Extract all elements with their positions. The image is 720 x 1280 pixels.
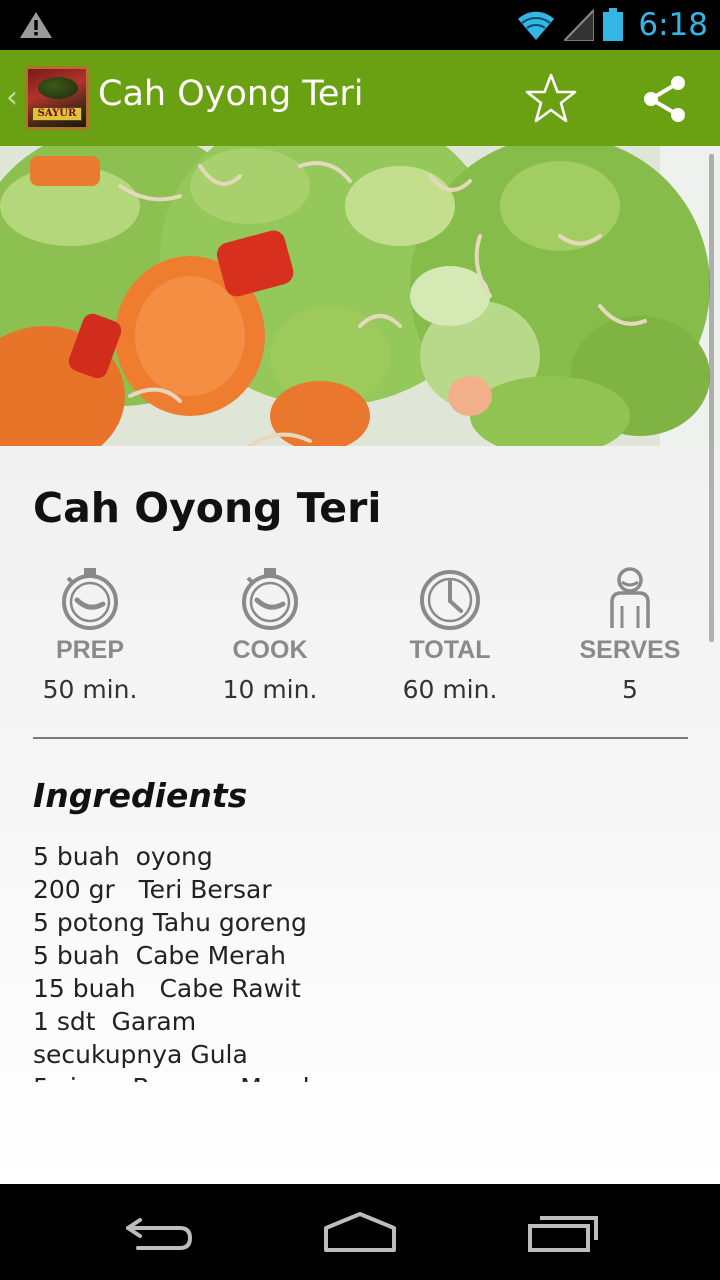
star-icon[interactable] — [522, 70, 580, 128]
ingredient-item: 15 buah Cabe Rawit — [33, 974, 301, 1003]
app-logo[interactable]: SAYUR — [25, 66, 89, 130]
ingredient-item: 1 sdt Garam — [33, 1007, 197, 1036]
recipe-title: Cah Oyong Teri — [33, 484, 382, 532]
status-time: 6:18 — [638, 7, 708, 43]
stat-prep-value: 50 min. — [42, 675, 138, 704]
status-bar: 6:18 — [0, 0, 720, 50]
stat-cook-label: COOK — [232, 636, 308, 664]
home-icon[interactable] — [320, 1206, 400, 1256]
navigation-bar — [0, 1184, 720, 1280]
logo-image — [38, 77, 78, 99]
ingredient-item: 5 buah oyong — [33, 842, 213, 871]
ingredient-item: 5 potong Tahu goreng — [33, 908, 307, 937]
battery-icon — [603, 8, 624, 41]
person-icon — [610, 567, 650, 628]
clock-icon — [420, 570, 480, 630]
ingredient-item: 5 siung Bawang Merah — [33, 1071, 683, 1082]
back-icon[interactable] — [120, 1206, 200, 1256]
divider — [33, 737, 688, 739]
recipe-content[interactable]: Cah Oyong Teri PREP 50 min. COOK 10 min.… — [0, 146, 720, 1184]
stat-prep: PREP 50 min. — [10, 566, 170, 704]
ingredient-item: secukupnya Gula — [33, 1040, 248, 1069]
warning-icon — [20, 12, 52, 38]
ingredients-list: 5 buah oyong 200 gr Teri Bersar 5 potong… — [33, 840, 683, 1082]
prep-timer-icon — [62, 568, 118, 630]
recipe-photo — [0, 146, 720, 446]
stat-cook-value: 10 min. — [222, 675, 318, 704]
stat-total-value: 60 min. — [402, 675, 498, 704]
stat-serves-value: 5 — [622, 675, 638, 704]
wifi-icon — [518, 11, 555, 40]
action-bar-title: Cah Oyong Teri — [98, 74, 364, 114]
action-bar: ‹ SAYUR Cah Oyong Teri — [0, 50, 720, 146]
stat-total-label: TOTAL — [409, 636, 491, 664]
recipe-stats: PREP 50 min. COOK 10 min. TOTAL 60 min. — [0, 566, 720, 706]
cook-timer-icon — [242, 568, 298, 630]
ingredient-item: 5 buah Cabe Merah — [33, 941, 286, 970]
stat-serves-label: SERVES — [579, 636, 681, 664]
signal-icon — [564, 9, 595, 41]
ingredient-item: 200 gr Teri Bersar — [33, 875, 272, 904]
stat-serves: SERVES 5 — [550, 566, 710, 704]
stat-prep-label: PREP — [55, 636, 125, 664]
share-icon[interactable] — [636, 70, 694, 128]
logo-text: SAYUR — [32, 107, 82, 121]
recent-apps-icon[interactable] — [524, 1206, 604, 1256]
ingredients-heading: Ingredients — [33, 776, 248, 815]
stat-cook: COOK 10 min. — [190, 566, 350, 704]
stat-total: TOTAL 60 min. — [370, 566, 530, 704]
up-navigation-icon[interactable]: ‹ — [6, 80, 18, 115]
